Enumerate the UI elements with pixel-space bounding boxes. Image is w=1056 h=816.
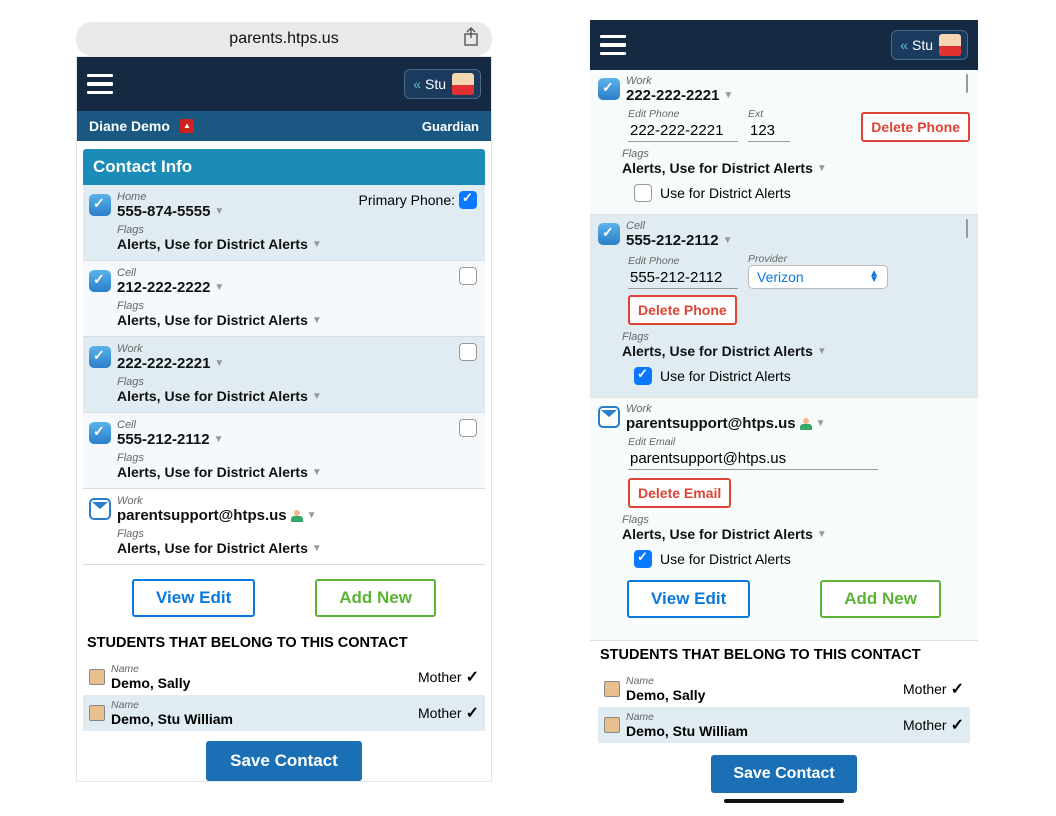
select-checkbox[interactable] xyxy=(966,219,968,238)
delete-phone-button[interactable]: Delete Phone xyxy=(628,295,737,325)
primary-phone-indicator: Primary Phone: xyxy=(359,191,477,209)
student-row[interactable]: Name Demo, Stu William Mother✓ xyxy=(598,707,970,743)
top-nav: « Stu xyxy=(590,20,978,70)
ext-input[interactable] xyxy=(748,120,790,142)
select-checkbox[interactable] xyxy=(459,419,477,437)
check-icon: ✓ xyxy=(951,679,964,699)
phone-icon xyxy=(89,346,111,368)
edit-email-input[interactable] xyxy=(628,448,878,470)
share-icon[interactable] xyxy=(462,27,480,52)
phone-icon xyxy=(598,78,620,100)
pdf-icon[interactable]: ▲ xyxy=(180,119,194,133)
edit-cell-phone-section: Cell 555-212-2112▼ Edit Phone Provider V… xyxy=(590,215,978,398)
district-checkbox[interactable] xyxy=(634,550,652,568)
person-icon xyxy=(291,510,303,522)
menu-icon[interactable] xyxy=(600,35,626,56)
stu-label: Stu xyxy=(425,76,446,92)
top-nav: « Stu xyxy=(77,57,491,111)
edit-work-phone-section: Work 222-222-2221▼ Edit Phone Ext Delete… xyxy=(590,70,978,215)
contact-row-work[interactable]: Work 222-222-2221▼ Flags Alerts, Use for… xyxy=(83,337,485,413)
chevron-left-icon: « xyxy=(900,37,902,53)
app-viewport: « Stu Diane Demo ▲ Guardian Contact Info… xyxy=(76,56,492,782)
contact-row-cell-2[interactable]: Cell 555-212-2112▼ Flags Alerts, Use for… xyxy=(83,413,485,489)
caret-icon: ▼ xyxy=(214,206,224,217)
edit-phone-input[interactable] xyxy=(628,267,738,289)
person-icon xyxy=(800,418,812,430)
avatar xyxy=(452,73,474,95)
district-checkbox[interactable] xyxy=(634,367,652,385)
district-checkbox[interactable] xyxy=(634,184,652,202)
student-icon xyxy=(604,681,620,697)
student-icon xyxy=(89,669,105,685)
phone-icon xyxy=(89,270,111,292)
select-checkbox[interactable] xyxy=(459,267,477,285)
save-contact-button[interactable]: Save Contact xyxy=(206,741,362,781)
delete-phone-button[interactable]: Delete Phone xyxy=(861,112,970,142)
edit-work-email-section: Work parentsupport@htps.us▼ Edit Email D… xyxy=(590,398,978,641)
contact-name: Diane Demo ▲ xyxy=(89,118,194,134)
check-icon: ✓ xyxy=(951,715,964,735)
chevron-left-icon: « xyxy=(413,76,415,92)
student-row[interactable]: Name Demo, Sally Mother✓ xyxy=(83,659,485,695)
student-pill[interactable]: « Stu xyxy=(891,30,968,60)
check-icon: ✓ xyxy=(466,703,479,723)
contact-row-cell[interactable]: Cell 212-222-2222▼ Flags Alerts, Use for… xyxy=(83,261,485,337)
left-phone: parents.htps.us « Stu Diane Demo ▲ Guard… xyxy=(76,22,492,801)
phone-value: 555-874-5555 xyxy=(117,203,210,220)
phone-icon xyxy=(598,223,620,245)
address-bar: parents.htps.us xyxy=(76,22,492,56)
student-row[interactable]: Name Demo, Stu William Mother✓ xyxy=(83,695,485,731)
students-header: STUDENTS THAT BELONG TO THIS CONTACT xyxy=(83,629,485,659)
view-edit-button[interactable]: View Edit xyxy=(627,580,750,618)
primary-check-icon[interactable] xyxy=(459,191,477,209)
students-header: STUDENTS THAT BELONG TO THIS CONTACT xyxy=(598,641,970,671)
url-text: parents.htps.us xyxy=(88,30,480,48)
check-icon: ✓ xyxy=(466,667,479,687)
add-new-button[interactable]: Add New xyxy=(820,580,941,618)
phone-icon xyxy=(89,194,111,216)
provider-select[interactable]: Verizon ▲▼ xyxy=(748,265,888,289)
delete-email-button[interactable]: Delete Email xyxy=(628,478,731,508)
edit-phone-input[interactable] xyxy=(628,120,738,142)
contact-row-email[interactable]: Work parentsupport@htps.us▼ Flags Alerts… xyxy=(83,489,485,565)
select-checkbox[interactable] xyxy=(966,74,968,93)
email-icon xyxy=(89,498,111,520)
student-pill[interactable]: « Stu xyxy=(404,69,481,99)
select-checkbox[interactable] xyxy=(459,343,477,361)
avatar xyxy=(939,34,961,56)
student-icon xyxy=(89,705,105,721)
student-row[interactable]: Name Demo, Sally Mother✓ xyxy=(598,671,970,707)
section-header: Contact Info xyxy=(83,149,485,185)
contact-row-home[interactable]: Home 555-874-5555▼ Flags Alerts, Use for… xyxy=(83,185,485,261)
right-phone: « Stu Work 222-222-2221▼ Edit Phone xyxy=(590,20,978,807)
phone-icon xyxy=(89,422,111,444)
contact-role: Guardian xyxy=(422,119,479,134)
contact-banner: Diane Demo ▲ Guardian xyxy=(77,111,491,141)
student-icon xyxy=(604,717,620,733)
menu-icon[interactable] xyxy=(87,74,113,95)
add-new-button[interactable]: Add New xyxy=(315,579,436,617)
email-icon xyxy=(598,406,620,428)
save-contact-button[interactable]: Save Contact xyxy=(711,755,856,793)
home-indicator xyxy=(724,799,844,803)
view-edit-button[interactable]: View Edit xyxy=(132,579,255,617)
select-arrows-icon: ▲▼ xyxy=(869,271,879,283)
